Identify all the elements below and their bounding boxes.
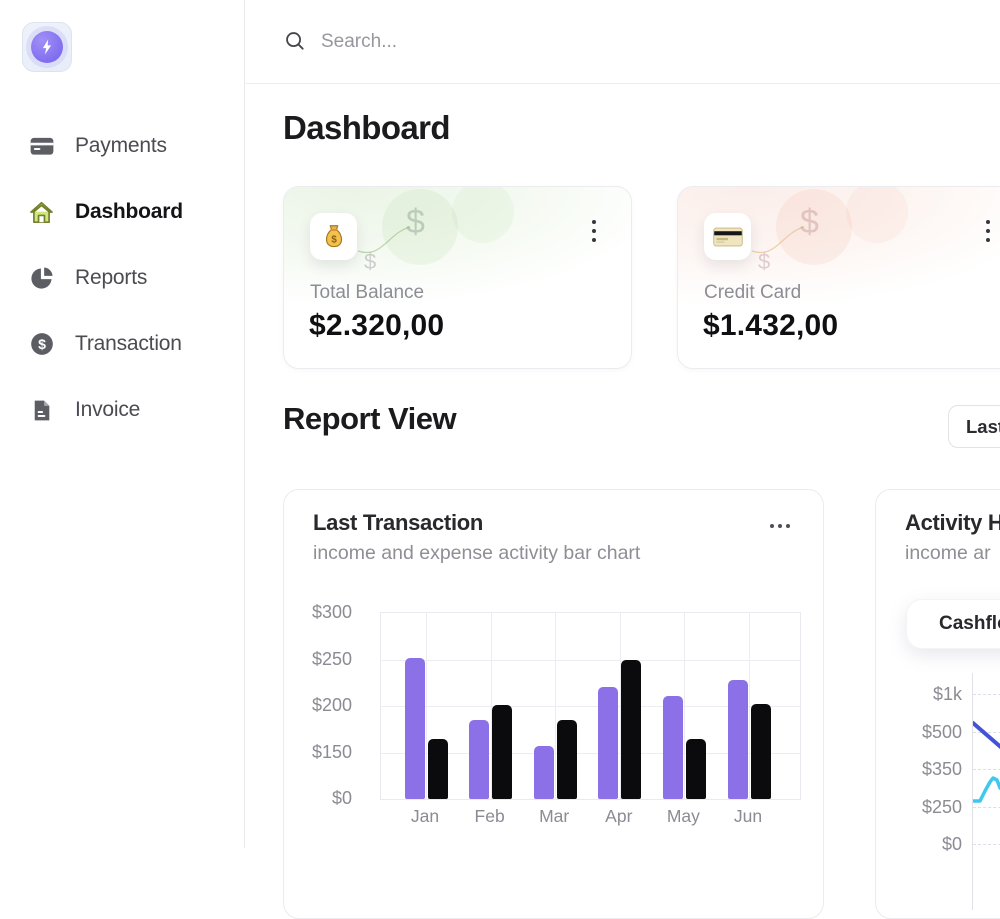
- x-axis-tick-label: Jan: [393, 806, 457, 827]
- sidebar-item-label: Transaction: [75, 332, 182, 356]
- y-axis-tick-label: $350: [922, 759, 962, 780]
- sidebar-item-label: Reports: [75, 266, 147, 290]
- y-axis-tick-label: $200: [312, 695, 352, 716]
- sidebar-item-label: Payments: [75, 134, 167, 158]
- expense-bar: [557, 720, 577, 799]
- bar-group: [728, 680, 771, 799]
- y-axis-tick-label: $1k: [933, 684, 962, 705]
- x-axis-tick-label: May: [651, 806, 715, 827]
- income-bar: [663, 696, 683, 799]
- sidebar: Payments Dashboard Reports $ Transaction…: [0, 0, 245, 848]
- total-balance-card: $ $ $ Total Balance $2.320,00: [283, 186, 632, 369]
- page-title: Dashboard: [283, 109, 450, 147]
- chart-subtitle: income ar: [905, 542, 991, 565]
- sidebar-item-label: Dashboard: [75, 200, 183, 224]
- credit-card-icon: [28, 133, 55, 160]
- y-axis-tick-label: $150: [312, 742, 352, 763]
- stat-card-value: $1.432,00: [703, 309, 838, 343]
- bar-group: [598, 660, 641, 800]
- money-bag-icon: $: [310, 213, 357, 260]
- income-bar: [405, 658, 425, 799]
- report-view-title: Report View: [283, 401, 456, 437]
- sidebar-item-dashboard[interactable]: Dashboard: [0, 179, 244, 245]
- dollar-circle-icon: $: [28, 331, 55, 358]
- invoice-icon: [28, 397, 55, 424]
- sidebar-item-payments[interactable]: Payments: [0, 113, 244, 179]
- income-bar: [534, 746, 554, 799]
- decor-circle: [846, 186, 908, 243]
- expense-bar: [751, 704, 771, 799]
- expense-bar: [428, 739, 448, 800]
- bar-group: [469, 705, 512, 799]
- pie-chart-icon: [28, 265, 55, 292]
- line-indigo: [973, 723, 1000, 749]
- svg-text:$: $: [331, 234, 337, 245]
- expense-bar: [492, 705, 512, 799]
- decor-curve: [738, 207, 828, 267]
- expense-bar: [621, 660, 641, 800]
- income-bar: [728, 680, 748, 799]
- stat-card-label: Credit Card: [704, 282, 801, 304]
- income-bar: [469, 720, 489, 799]
- brand-logo[interactable]: [22, 22, 72, 72]
- search-icon: [284, 30, 307, 53]
- sidebar-nav: Payments Dashboard Reports $ Transaction…: [0, 113, 244, 443]
- decor-circle: [452, 186, 514, 243]
- main-content: Dashboard $ $ $ Total Balance $2.320,00 …: [245, 85, 1000, 848]
- home-icon: [28, 199, 55, 226]
- card-menu-kebab-icon[interactable]: [585, 218, 603, 246]
- income-bar: [598, 687, 618, 799]
- line-cyan: [973, 778, 1000, 801]
- period-filter-button[interactable]: Last: [948, 405, 1000, 448]
- x-axis-tick-label: Feb: [458, 806, 522, 827]
- chart-title: Activity H: [905, 510, 1000, 536]
- chart-title: Last Transaction: [313, 510, 483, 536]
- x-axis-tick-label: Jun: [716, 806, 780, 827]
- x-axis-tick-label: Mar: [522, 806, 586, 827]
- bar-group: [663, 696, 706, 799]
- y-axis-tick-label: $0: [332, 788, 352, 809]
- bar-group: [534, 720, 577, 799]
- y-axis-tick-label: $500: [922, 722, 962, 743]
- bar-group: [405, 658, 448, 799]
- card-menu-ellipsis-icon[interactable]: [766, 520, 794, 532]
- bar-chart-plot: [380, 612, 801, 800]
- y-axis-tick-label: $250: [312, 649, 352, 670]
- sidebar-item-reports[interactable]: Reports: [0, 245, 244, 311]
- line-chart-ylabels: $1k $500 $350 $250 $0: [876, 673, 962, 883]
- sidebar-item-label: Invoice: [75, 398, 140, 422]
- activity-history-card: Activity H income ar Cashflo $1k $500 $350…: [875, 489, 1000, 919]
- x-axis-tick-label: Apr: [587, 806, 651, 827]
- credit-card-icon: [704, 213, 751, 260]
- y-axis-tick-label: $300: [312, 602, 352, 623]
- svg-text:$: $: [38, 336, 46, 352]
- topbar: [245, 0, 1000, 84]
- y-axis-tick-label: $250: [922, 797, 962, 818]
- bar-chart-ylabels: $300$250$200$150$0: [284, 612, 354, 798]
- card-menu-kebab-icon[interactable]: [979, 218, 997, 246]
- y-axis-tick-label: $0: [942, 834, 962, 855]
- bar-chart-xlabels: JanFebMarAprMayJun: [380, 806, 799, 830]
- line-chart-plot: [972, 673, 1000, 910]
- sidebar-item-transaction[interactable]: $ Transaction: [0, 311, 244, 377]
- lightning-bolt-icon: [31, 31, 63, 63]
- credit-card-card: $ $ Credit Card $1.432,00: [677, 186, 1000, 369]
- expense-bar: [686, 739, 706, 800]
- last-transaction-card: Last Transaction income and expense acti…: [283, 489, 824, 919]
- stat-card-value: $2.320,00: [309, 309, 444, 343]
- search-input[interactable]: [319, 30, 723, 54]
- sidebar-item-invoice[interactable]: Invoice: [0, 377, 244, 443]
- stat-card-label: Total Balance: [310, 282, 424, 304]
- cashflow-toggle-button[interactable]: Cashflo: [906, 599, 1000, 649]
- chart-subtitle: income and expense activity bar chart: [313, 542, 640, 565]
- line-chart-svg: [973, 673, 1000, 910]
- decor-curve: [344, 207, 434, 267]
